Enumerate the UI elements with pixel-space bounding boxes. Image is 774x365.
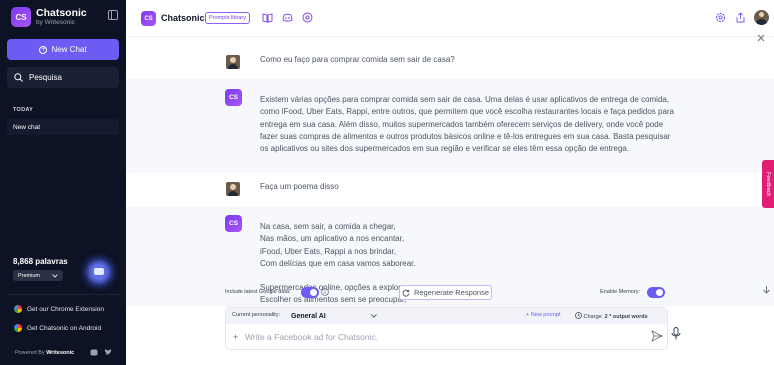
collapse-sidebar-icon[interactable]: [108, 10, 118, 20]
android-app-link[interactable]: Get Chatsonic on Android: [14, 324, 101, 332]
share-icon[interactable]: [735, 12, 746, 23]
poem-line: Com delícias que em casa vamos saborear.: [260, 258, 416, 268]
close-icon[interactable]: [757, 34, 765, 42]
user-avatar: [226, 55, 240, 69]
search-label: Pesquisa: [29, 73, 62, 82]
discord-icon[interactable]: [90, 349, 98, 356]
chrome-extension-link[interactable]: Get our Chrome Extension: [14, 305, 104, 313]
word-balance: 8,868 palavras: [13, 257, 68, 266]
assistant-orb-icon[interactable]: [86, 259, 112, 285]
personality-select[interactable]: General AI: [288, 310, 380, 322]
charge-value: 2 * output words: [604, 314, 648, 320]
personality-label: Current personality:: [232, 312, 280, 318]
new-chat-label: New Chat: [51, 45, 87, 54]
history-item[interactable]: New chat: [7, 119, 119, 135]
sidebar: CS Chatsonic by Writesonic + New Chat Pe…: [0, 0, 126, 365]
google-data-label: Include latest Google data:: [225, 289, 291, 295]
poem-line: Nas mãos, um aplicativo a nos encantar,: [260, 234, 405, 244]
message-row-user: Como eu faço para comprar comida sem sai…: [126, 45, 774, 78]
poem-spacer: [260, 270, 680, 282]
chatsonic-logo: CS: [11, 7, 31, 27]
user-message: Faça um poema disso: [260, 182, 339, 191]
gear-icon[interactable]: [715, 12, 726, 23]
chatsonic-avatar: CS: [225, 215, 242, 232]
library-icon[interactable]: [262, 12, 273, 23]
google-play-icon: [14, 324, 22, 332]
microphone-icon[interactable]: [671, 327, 681, 340]
memory-label: Enable Memory:: [600, 289, 641, 295]
chatsonic-avatar: CS: [225, 89, 242, 106]
prompts-library-button[interactable]: Prompts library: [205, 12, 250, 24]
scroll-down-icon[interactable]: [762, 285, 771, 294]
powered-brand: Writesonic: [46, 350, 75, 356]
user-avatar: [226, 182, 240, 196]
personality-value: General AI: [291, 312, 326, 320]
send-icon[interactable]: [651, 330, 663, 342]
top-header: CS Chatsonic Prompts library: [126, 0, 774, 42]
info-icon[interactable]: [321, 288, 329, 296]
brand-subtitle: by Writesonic: [36, 19, 75, 26]
regenerate-label: Regenerate Response: [413, 288, 490, 297]
message-input[interactable]: [245, 329, 625, 345]
new-chat-button[interactable]: + New Chat: [7, 39, 119, 60]
poem-line: Na casa, sem sair, a comida a chegar,: [260, 222, 396, 231]
message-row-bot: CS Existem várias opções para comprar co…: [126, 79, 774, 173]
plus-icon: +: [39, 45, 48, 54]
new-prompt-button[interactable]: + New prompt: [526, 312, 560, 318]
bot-message: Existem várias opções para comprar comid…: [260, 95, 675, 154]
chevron-down-icon: [371, 314, 377, 318]
chat-settings-icon[interactable]: [302, 12, 313, 23]
chrome-extension-label: Get our Chrome Extension: [27, 305, 104, 313]
chevron-down-icon: [52, 273, 58, 278]
personality-bar: Current personality: General AI + New pr…: [226, 308, 667, 324]
charge-label: Charge:: [583, 314, 604, 320]
twitter-icon[interactable]: [104, 349, 112, 356]
composer: Current personality: General AI + New pr…: [225, 307, 668, 350]
google-data-toggle[interactable]: [301, 287, 319, 298]
header-logo: CS: [141, 11, 156, 26]
chrome-icon: [14, 305, 22, 313]
search-icon: [14, 73, 23, 82]
clock-icon: [575, 312, 582, 319]
plan-dropdown[interactable]: Premium: [13, 270, 63, 281]
powered-by: Powered By Writesonic: [15, 350, 74, 356]
divider: [7, 294, 119, 295]
chat-bubble-icon: [94, 268, 104, 275]
plan-label: Premium: [18, 272, 41, 279]
poem-line: iFood, Uber Eats, Rappi a nos brindar,: [260, 246, 397, 256]
search-button[interactable]: Pesquisa: [7, 67, 119, 88]
discord-icon[interactable]: [282, 12, 293, 23]
header-title: Chatsonic: [161, 13, 205, 23]
user-avatar[interactable]: [754, 10, 769, 25]
android-app-label: Get Chatsonic on Android: [27, 324, 102, 332]
message-row-user: Faça um poema disso: [126, 174, 774, 206]
add-attachment-icon[interactable]: +: [233, 332, 238, 342]
refresh-icon: [402, 289, 410, 297]
user-message: Como eu faço para comprar comida sem sai…: [260, 55, 455, 64]
charge-info: Charge: 2 * output words: [575, 312, 648, 320]
feedback-tab[interactable]: Feedback: [762, 160, 774, 208]
history-heading: TODAY: [13, 107, 34, 113]
powered-prefix: Powered By: [15, 350, 45, 356]
brand-name: Chatsonic: [36, 7, 87, 19]
memory-toggle[interactable]: [647, 287, 665, 298]
regenerate-button[interactable]: Regenerate Response: [399, 285, 492, 300]
